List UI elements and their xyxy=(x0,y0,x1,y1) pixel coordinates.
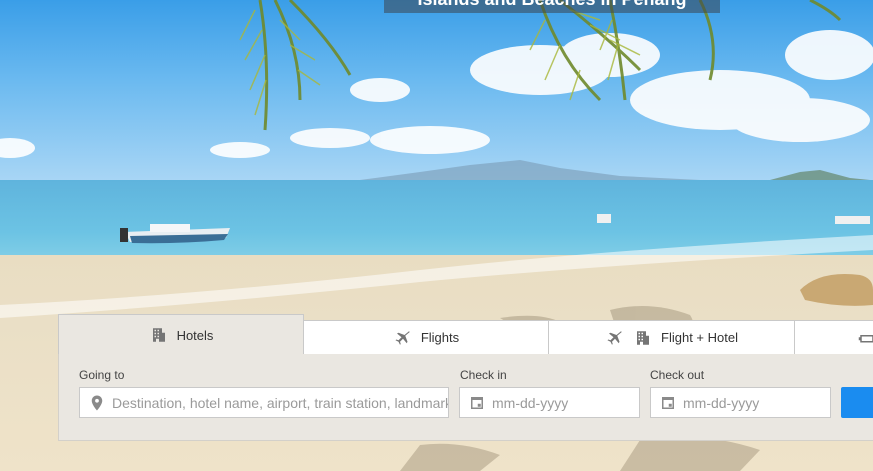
going-to-label: Going to xyxy=(79,368,125,382)
check-in-input[interactable] xyxy=(492,394,639,411)
tab-flights[interactable]: Flights xyxy=(303,320,549,355)
search-tabs: Hotels Flights Flight + Hotel xyxy=(58,314,873,355)
check-out-input[interactable] xyxy=(683,394,830,411)
airplane-icon xyxy=(393,328,413,348)
tab-cars[interactable] xyxy=(794,320,873,355)
destination-input[interactable] xyxy=(112,394,448,411)
calendar-icon xyxy=(468,394,486,412)
tab-hotels[interactable]: Hotels xyxy=(58,314,304,355)
search-widget: Hotels Flights Flight + Hotel Going to D… xyxy=(58,314,873,441)
tab-label: Hotels xyxy=(176,327,214,343)
map-pin-icon xyxy=(88,394,106,412)
tab-flight-hotel[interactable]: Flight + Hotel xyxy=(548,320,795,355)
calendar-icon xyxy=(659,394,677,412)
building-icon xyxy=(149,325,169,345)
check-out-label: Check out xyxy=(650,368,705,382)
car-icon xyxy=(857,328,873,348)
check-out-field[interactable] xyxy=(650,387,831,418)
building-icon xyxy=(633,328,653,348)
search-button[interactable] xyxy=(841,387,873,418)
airplane-icon xyxy=(605,328,625,348)
search-panel: Going to Check in Check out xyxy=(58,354,873,441)
tab-label: Flight + Hotel xyxy=(661,330,738,345)
hero-title: Islands and Beaches in Penang xyxy=(384,0,720,13)
check-in-field[interactable] xyxy=(459,387,640,418)
check-in-label: Check in xyxy=(460,368,507,382)
destination-field[interactable] xyxy=(79,387,449,418)
tab-label: Flights xyxy=(420,330,460,345)
